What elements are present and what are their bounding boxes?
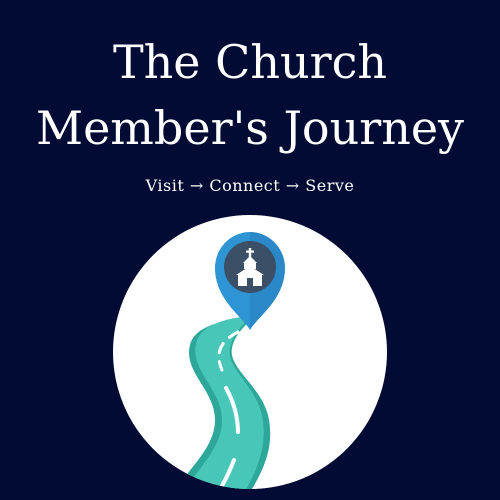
journey-illustration xyxy=(113,215,387,489)
journey-graphic: The Church Member's Journey Visit → Conn… xyxy=(0,0,500,500)
